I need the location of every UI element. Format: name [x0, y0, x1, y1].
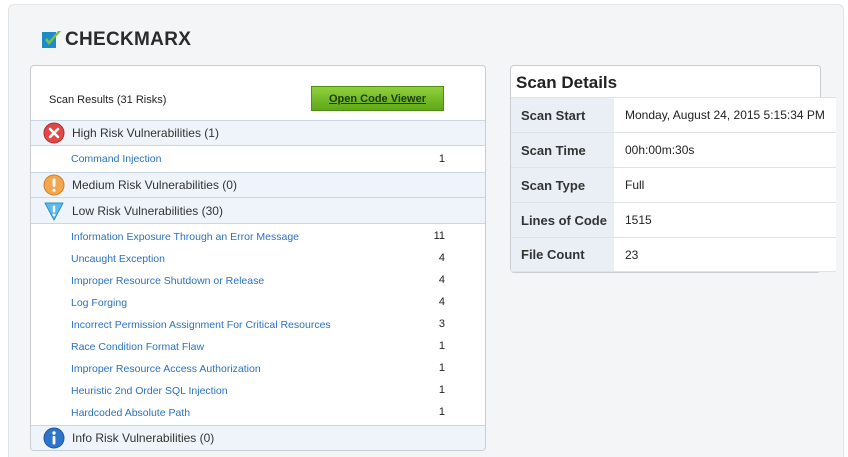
group-label: Info Risk Vulnerabilities (0) [72, 431, 215, 445]
details-row: Scan Type Full [511, 167, 836, 202]
group-low-risk[interactable]: Low Risk Vulnerabilities (30) [31, 198, 485, 224]
vulnerability-link[interactable]: Uncaught Exception [71, 253, 165, 265]
scan-details-table: Scan Start Monday, August 24, 2015 5:15:… [511, 97, 836, 272]
vulnerability-count: 4 [438, 296, 445, 308]
brand-name: CHECKMARX [65, 29, 192, 50]
checkmarx-logo: CHECKMARX [42, 29, 191, 51]
list-item: Improper Resource Access Authorization 1 [31, 358, 485, 380]
vulnerability-link[interactable]: Information Exposure Through an Error Me… [71, 231, 299, 243]
vulnerability-link[interactable]: Command Injection [71, 153, 161, 165]
open-code-viewer-button[interactable]: Open Code Viewer [311, 86, 444, 111]
list-item: Uncaught Exception 4 [31, 248, 485, 270]
high-risk-list: Command Injection 1 [31, 146, 485, 172]
vulnerability-link[interactable]: Heuristic 2nd Order SQL Injection [71, 385, 228, 397]
error-x-icon [43, 122, 65, 144]
details-key: Scan Start [511, 98, 614, 132]
list-item: Log Forging 4 [31, 292, 485, 314]
vulnerability-count: 4 [438, 274, 445, 286]
warning-exclamation-icon [43, 174, 65, 196]
details-key: File Count [511, 238, 614, 271]
list-item: Hardcoded Absolute Path 1 [31, 402, 485, 424]
list-item: Improper Resource Shutdown or Release 4 [31, 270, 485, 292]
details-key: Scan Type [511, 168, 614, 202]
vulnerability-link[interactable]: Race Condition Format Flaw [71, 341, 204, 353]
checkmark-logo-icon [42, 31, 61, 48]
group-medium-risk[interactable]: Medium Risk Vulnerabilities (0) [31, 172, 485, 198]
details-key: Scan Time [511, 133, 614, 167]
vulnerability-link[interactable]: Hardcoded Absolute Path [71, 407, 190, 419]
vulnerability-count: 1 [438, 153, 445, 165]
scan-details-title: Scan Details [516, 73, 618, 92]
details-row: Scan Start Monday, August 24, 2015 5:15:… [511, 97, 836, 132]
vulnerability-link[interactable]: Improper Resource Access Authorization [71, 363, 261, 375]
warning-triangle-icon [44, 202, 64, 220]
list-item: Incorrect Permission Assignment For Crit… [31, 314, 485, 336]
scan-results-title: Scan Results (31 Risks) [49, 94, 167, 106]
vulnerability-count: 1 [438, 384, 445, 396]
details-value: 23 [614, 238, 836, 271]
list-item: Race Condition Format Flaw 1 [31, 336, 485, 358]
group-label: High Risk Vulnerabilities (1) [72, 126, 219, 140]
details-key: Lines of Code [511, 203, 614, 237]
vulnerability-count: 1 [438, 340, 445, 352]
vulnerability-count: 3 [438, 318, 445, 330]
vulnerability-count: 11 [433, 230, 445, 242]
vulnerability-count: 4 [438, 252, 445, 264]
vulnerability-count: 1 [438, 362, 445, 374]
scan-details-panel: Scan Details Scan Start Monday, August 2… [510, 65, 836, 273]
list-item: Heuristic 2nd Order SQL Injection 1 [31, 380, 485, 402]
list-item: Information Exposure Through an Error Me… [31, 226, 485, 248]
details-row: Scan Time 00h:00m:30s [511, 132, 836, 167]
vulnerability-link[interactable]: Improper Resource Shutdown or Release [71, 275, 264, 287]
details-value: Full [614, 168, 836, 202]
details-value: 00h:00m:30s [614, 133, 836, 167]
scan-results-header: Scan Results (31 Risks) Open Code Viewer [31, 66, 485, 120]
vulnerability-count: 1 [438, 406, 445, 418]
details-row: Lines of Code 1515 [511, 202, 836, 237]
details-row: File Count 23 [511, 237, 836, 272]
scan-results-panel: Scan Results (31 Risks) Open Code Viewer… [30, 65, 486, 451]
vulnerability-link[interactable]: Incorrect Permission Assignment For Crit… [71, 319, 331, 331]
vulnerability-link[interactable]: Log Forging [71, 297, 127, 309]
group-info-risk[interactable]: Info Risk Vulnerabilities (0) [31, 425, 485, 450]
details-value: Monday, August 24, 2015 5:15:34 PM [614, 98, 836, 132]
details-value: 1515 [614, 203, 836, 237]
low-risk-list: Information Exposure Through an Error Me… [31, 224, 485, 424]
group-label: Medium Risk Vulnerabilities (0) [72, 178, 237, 192]
group-label: Low Risk Vulnerabilities (30) [72, 203, 223, 218]
group-high-risk[interactable]: High Risk Vulnerabilities (1) [31, 120, 485, 146]
info-icon [43, 427, 65, 449]
list-item: Command Injection 1 [31, 146, 485, 172]
